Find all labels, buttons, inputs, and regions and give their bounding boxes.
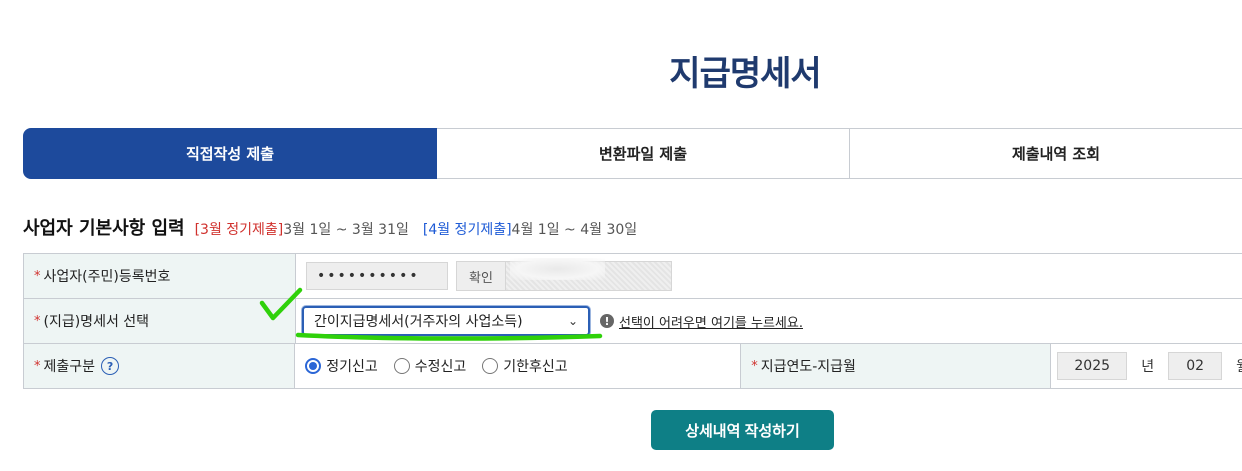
required-mark: *	[751, 358, 758, 374]
registration-label: 사업자(주민)등록번호	[43, 269, 171, 285]
pay-year-input[interactable]: 2025	[1057, 352, 1128, 380]
period-april: [4월 정기제출]4월 1일 ~ 4월 30일	[423, 219, 637, 239]
question-help-icon[interactable]: ?	[101, 357, 120, 375]
registration-confirm-button[interactable]: 확인	[456, 261, 506, 291]
submit-type-label-cell: * 제출구분 ?	[23, 344, 296, 388]
period-march-tag: [3월 정기제출]	[194, 222, 284, 238]
redacted-area	[510, 258, 605, 280]
form-row-submit-type: * 제출구분 ? 정기신고 수정신고 기한후신고 * 지급연도-지급월 2025…	[23, 344, 1242, 389]
basic-info-form: * 사업자(주민)등록번호 •••••••••• 확인 * (지급)명세서 선택…	[23, 253, 1242, 389]
radio-amended[interactable]: 수정신고	[393, 356, 467, 376]
page-title: 지급명세서	[669, 54, 821, 94]
required-mark: *	[34, 313, 41, 329]
radio-late[interactable]: 기한후신고	[482, 356, 568, 376]
exclamation-circle-icon: !	[600, 314, 614, 328]
chevron-down-icon: ⌄	[567, 314, 578, 328]
period-april-tag: [4월 정기제출]	[422, 222, 512, 238]
tab-converted-file[interactable]: 변환파일 제출	[437, 128, 850, 179]
radio-regular-control[interactable]	[305, 358, 322, 374]
pay-period-label: 지급연도-지급월	[760, 359, 856, 375]
submit-type-value-cell: 정기신고 수정신고 기한후신고	[295, 344, 740, 388]
period-march: [3월 정기제출]3월 1일 ~ 3월 31일	[195, 219, 409, 239]
pay-period-value-cell: 2025 년 02 월	[1051, 344, 1242, 388]
registration-label-cell: * 사업자(주민)등록번호	[23, 254, 296, 298]
submit-type-label: 제출구분	[43, 359, 96, 375]
radio-late-label: 기한후신고	[503, 359, 568, 375]
tab-bar: 직접작성 제출 변환파일 제출 제출내역 조회	[23, 128, 1242, 179]
tab-submission-history[interactable]: 제출내역 조회	[850, 128, 1242, 179]
radio-regular-label: 정기신고	[326, 359, 378, 375]
section-heading: 사업자 기본사항 입력 [3월 정기제출]3월 1일 ~ 3월 31일 [4월 …	[23, 214, 651, 240]
pay-month-input[interactable]: 02	[1168, 352, 1223, 380]
green-checkmark-annotation-icon	[259, 287, 303, 321]
statement-help: ! 선택이 어려우면 여기를 누르세요.	[600, 312, 803, 331]
year-unit: 년	[1141, 359, 1155, 375]
registration-number-input[interactable]: ••••••••••	[306, 262, 448, 290]
statement-label-cell: * (지급)명세서 선택	[23, 299, 296, 343]
write-details-button[interactable]: 상세내역 작성하기	[651, 410, 834, 450]
registration-value-cell: •••••••••• 확인	[296, 254, 1242, 298]
period-april-range: 4월 1일 ~ 4월 30일	[511, 222, 638, 238]
section-title: 사업자 기본사항 입력	[23, 218, 185, 239]
radio-amended-label: 수정신고	[414, 359, 467, 375]
submit-type-radio-group: 정기신고 수정신고 기한후신고	[305, 356, 583, 376]
pay-period-label-cell: * 지급연도-지급월	[740, 344, 1052, 388]
radio-regular[interactable]: 정기신고	[305, 356, 378, 376]
green-underline-annotation	[295, 332, 603, 341]
form-row-statement-select: * (지급)명세서 선택 간이지급명세서(거주자의 사업소득) ⌄ ! 선택이 …	[23, 299, 1242, 344]
statement-help-link[interactable]: 선택이 어려우면 여기를 누르세요.	[619, 312, 803, 331]
required-mark: *	[34, 268, 41, 284]
radio-amended-control[interactable]	[393, 358, 410, 374]
period-march-range: 3월 1일 ~ 3월 31일	[283, 222, 409, 238]
required-mark: *	[34, 358, 41, 374]
month-unit: 월	[1236, 356, 1242, 376]
tab-direct-entry[interactable]: 직접작성 제출	[23, 128, 437, 179]
form-row-registration: * 사업자(주민)등록번호 •••••••••• 확인	[23, 254, 1242, 299]
radio-late-control[interactable]	[482, 358, 499, 374]
statement-label: (지급)명세서 선택	[43, 314, 150, 330]
